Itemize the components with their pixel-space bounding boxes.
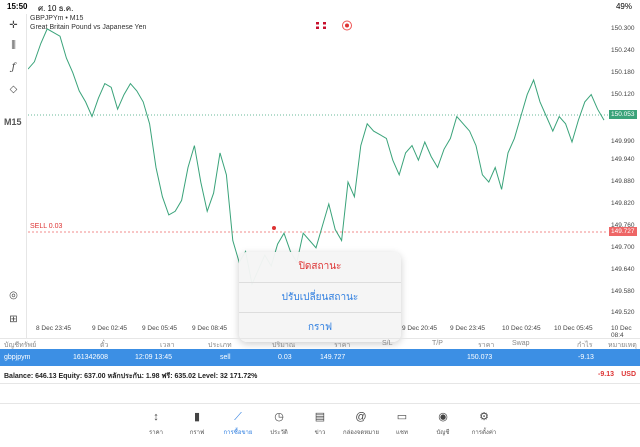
time-tick: 10 Dec 02:45 bbox=[502, 325, 541, 332]
col-swap: Swap bbox=[512, 340, 530, 347]
price-tick: 149.940 bbox=[611, 156, 635, 164]
chart-toolbar: ✛ ⫼ ƒ ◇ M15 ◎ ⊞ bbox=[0, 14, 27, 338]
tab-history[interactable]: ◷ ประวัติ bbox=[259, 411, 299, 437]
position-context-menu: ปิดสถานะ ปรับเปลี่ยนสถานะ กราฟ bbox=[239, 252, 401, 342]
indicators-icon[interactable]: ⫼ bbox=[6, 38, 21, 53]
tab-trade[interactable]: ⟋ การซื้อขาย bbox=[218, 411, 258, 437]
balance-text: Balance: 646.13 Equity: 637.00 หลักประกั… bbox=[4, 373, 258, 380]
account-summary: Balance: 646.13 Equity: 637.00 หลักประกั… bbox=[0, 366, 640, 384]
trade-icon[interactable]: ◎ bbox=[6, 288, 21, 303]
price-tick: 149.820 bbox=[611, 200, 635, 207]
history-icon: ◷ bbox=[274, 411, 284, 423]
gear-icon: ⚙ bbox=[479, 411, 489, 423]
account-icon: ◉ bbox=[438, 411, 448, 423]
price-tick: 149.520 bbox=[611, 309, 635, 317]
price-tick: 149.580 bbox=[611, 287, 635, 295]
tab-settings[interactable]: ⚙ การตั้งค่า bbox=[464, 411, 504, 437]
close-position-item[interactable]: ปิดสถานะ bbox=[239, 252, 401, 282]
tab-accounts[interactable]: ◉ บัญชี bbox=[423, 411, 463, 437]
time-tick: 9 Dec 20:45 bbox=[402, 325, 438, 332]
function-icon[interactable]: ƒ bbox=[6, 60, 21, 75]
battery-indicator: 49% bbox=[615, 2, 632, 11]
chat-icon: ▭ bbox=[396, 411, 408, 423]
price-tick: 149.880 bbox=[611, 178, 635, 186]
sell-price-tag: 149.727 bbox=[609, 227, 637, 236]
price-tick: 150.180 bbox=[611, 68, 635, 76]
time-tick: 9 Dec 05:45 bbox=[142, 325, 178, 332]
positions-table-header: บัญชีทรัพย์ ตั๋ว เวลา ประเภท ปริมาณ ราคา… bbox=[0, 338, 640, 349]
current-price-tag: 150.053 bbox=[609, 110, 637, 119]
timeframe-button[interactable]: M15 bbox=[4, 117, 22, 127]
price-tick: 149.640 bbox=[611, 265, 635, 273]
position-row[interactable]: gbpjpym 161342608 12:09 13:45 sell 0.03 … bbox=[0, 349, 640, 366]
time-tick: 9 Dec 02:45 bbox=[92, 325, 128, 332]
time-tick: 10 Dec 08:4 bbox=[611, 325, 632, 339]
modify-position-item[interactable]: ปรับเปลี่ยนสถานะ bbox=[239, 283, 401, 313]
price-tick: 149.990 bbox=[611, 138, 635, 145]
tab-news[interactable]: ▤ ข่าว bbox=[300, 411, 340, 437]
bottom-tab-bar: ↕ ราคา ▮ กราฟ ⟋ การซื้อขาย ◷ ประวัติ ▤ ข่าว @… bbox=[0, 403, 640, 447]
trade-marker bbox=[272, 226, 276, 230]
price-tick: 150.120 bbox=[611, 90, 635, 98]
tab-chart[interactable]: ▮ กราฟ bbox=[177, 411, 217, 437]
time-tick: 9 Dec 08:45 bbox=[192, 325, 228, 332]
status-bar: 15:50 ศ. 10 ธ.ค. 49% bbox=[0, 0, 640, 14]
total-profit: -9.13 bbox=[598, 371, 614, 378]
clock: 15:50 bbox=[7, 2, 28, 11]
sell-order-label: SELL 0.03 bbox=[30, 223, 63, 230]
time-tick: 9 Dec 23:45 bbox=[450, 325, 486, 332]
tab-quotes[interactable]: ↕ ราคา bbox=[136, 411, 176, 437]
currency-label: USD bbox=[621, 371, 636, 378]
price-tick: 150.240 bbox=[611, 46, 635, 54]
news-icon: ▤ bbox=[314, 411, 326, 423]
new-order-icon[interactable]: ⊞ bbox=[6, 312, 21, 327]
crosshair-icon[interactable]: ✛ bbox=[6, 18, 21, 33]
objects-icon[interactable]: ◇ bbox=[6, 82, 21, 97]
trade-chart-icon: ⟋ bbox=[234, 411, 242, 423]
price-series bbox=[28, 28, 605, 286]
col-tp: T/P bbox=[432, 340, 443, 347]
tab-chat[interactable]: ▭ แชท bbox=[382, 411, 422, 437]
price-tick: 150.300 bbox=[611, 24, 635, 32]
candle-icon: ▮ bbox=[193, 411, 201, 423]
col-sl: S/L bbox=[382, 340, 393, 347]
mail-icon: @ bbox=[355, 411, 367, 423]
tab-mailbox[interactable]: @ กล่องจดหมาย bbox=[341, 411, 381, 437]
time-tick: 10 Dec 05:45 bbox=[554, 325, 593, 332]
price-tick: 149.700 bbox=[611, 243, 635, 251]
time-tick: 8 Dec 23:45 bbox=[36, 325, 72, 332]
quotes-icon: ↕ bbox=[153, 411, 159, 423]
